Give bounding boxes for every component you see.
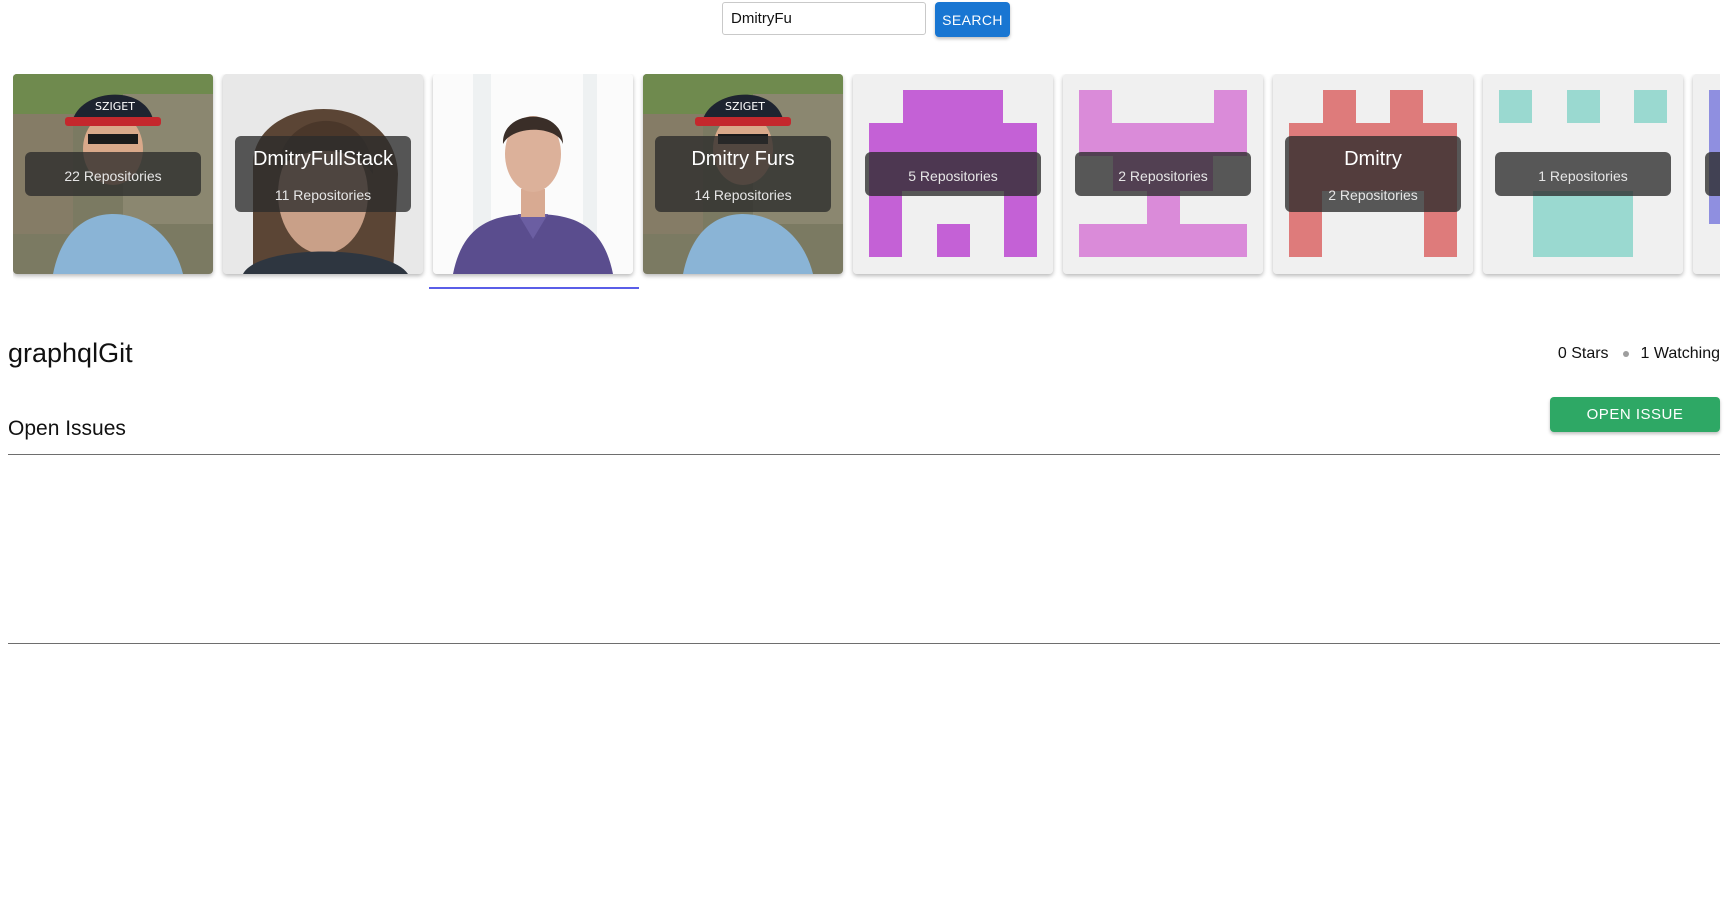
user-info: 22 Repositories (25, 152, 201, 196)
user-info: DmitryFullStack 11 Repositories (235, 136, 411, 212)
user-name: Dmitry (1344, 148, 1402, 170)
user-card[interactable]: SZIGET 22 Repositories (13, 74, 213, 274)
user-repo-count: 11 Repositories (274, 187, 372, 203)
user-card[interactable]: 5 Repositories (853, 74, 1053, 274)
user-name: DmitryFullStack (252, 148, 393, 170)
user-card[interactable]: SZIGET Dmitry Furs 14 Repositories (643, 74, 843, 274)
user-card[interactable]: 2 Repositories (1063, 74, 1263, 274)
user-info: 5 Repositories (865, 152, 1041, 196)
issues-bottom-divider (8, 643, 1720, 644)
user-repo-count: 5 Repositories (908, 168, 998, 184)
repo-title: graphqlGit (8, 338, 133, 368)
user-repo-count: 1 Repositories (1538, 168, 1628, 184)
user-info: 2 Repositories (1075, 152, 1251, 196)
user-card-selected[interactable] (433, 74, 633, 274)
user-info: Dmitry Furs 14 Repositories (655, 136, 831, 212)
user-card[interactable]: DmitryFullStack 11 Repositories (223, 74, 423, 274)
user-avatar (433, 74, 633, 274)
user-info: Dmitry 2 Repositories (1285, 136, 1461, 212)
user-info (1705, 152, 1720, 196)
issues-top-divider (8, 454, 1720, 455)
search-input[interactable] (722, 2, 926, 35)
svg-text:SZIGET: SZIGET (725, 100, 765, 113)
search-bar: SEARCH (722, 2, 1010, 37)
svg-text:SZIGET: SZIGET (95, 100, 135, 113)
open-issues-heading: Open Issues (8, 417, 126, 440)
repo-stats: 0 Stars 1 Watching (1558, 345, 1720, 363)
user-info: 1 Repositories (1495, 152, 1671, 196)
selected-user-indicator (429, 287, 639, 289)
search-button[interactable]: SEARCH (935, 2, 1010, 37)
user-card[interactable] (1693, 74, 1720, 274)
separator-dot (1622, 351, 1629, 357)
user-repo-count: 22 Repositories (64, 168, 162, 184)
user-name: Dmitry Furs (691, 148, 795, 170)
user-card[interactable]: Dmitry 2 Repositories (1273, 74, 1473, 274)
user-repo-count: 2 Repositories (1328, 187, 1418, 203)
user-cards-row: SZIGET 22 Repositories DmitryFullStack 1… (13, 74, 1720, 294)
user-card[interactable]: 1 Repositories (1483, 74, 1683, 274)
watching-count: 1 Watching (1640, 345, 1720, 362)
user-repo-count: 2 Repositories (1118, 168, 1208, 184)
stars-count: 0 Stars (1557, 345, 1609, 362)
user-repo-count: 14 Repositories (694, 187, 792, 203)
open-issue-button[interactable]: OPEN ISSUE (1550, 397, 1720, 432)
